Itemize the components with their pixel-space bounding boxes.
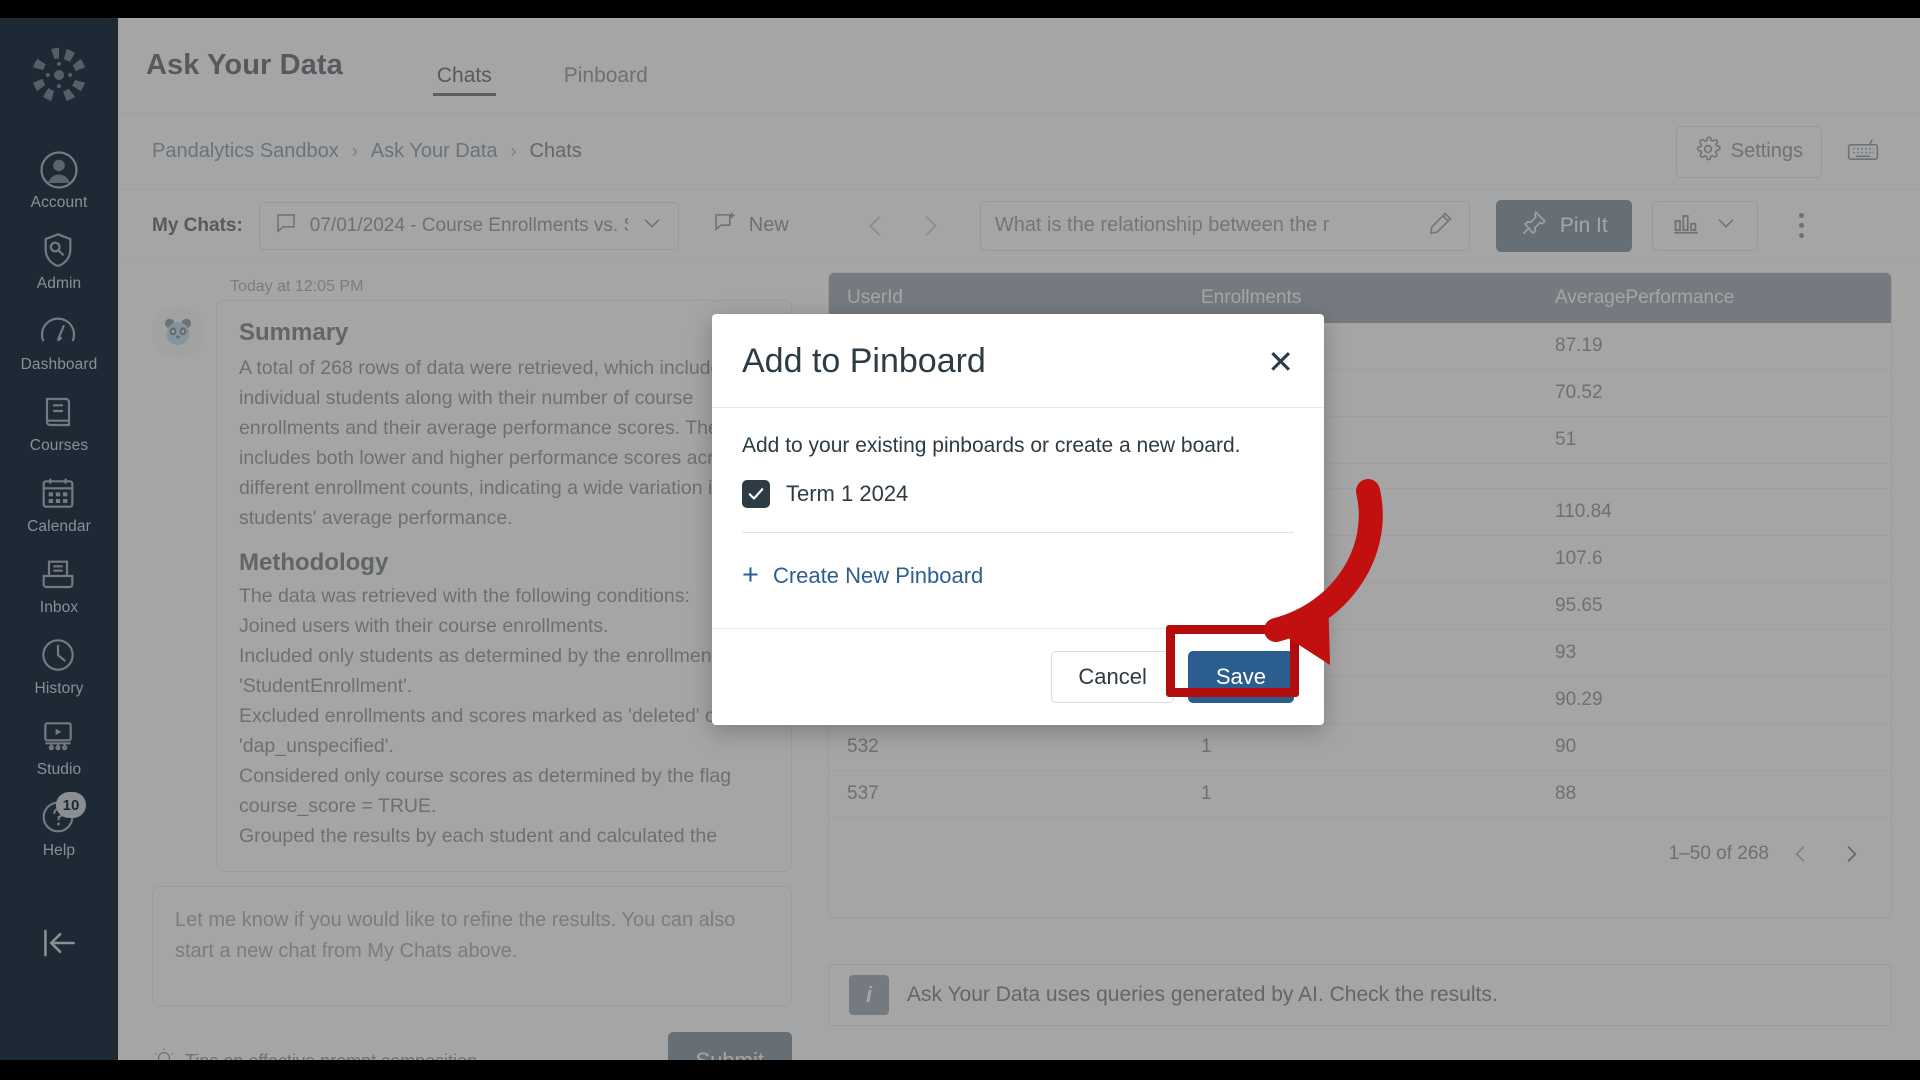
close-icon[interactable]: ✕	[1267, 346, 1294, 378]
pinboard-option-row[interactable]: Term 1 2024	[742, 480, 1294, 532]
dialog-title: Add to Pinboard	[742, 342, 986, 380]
save-button-wrapper: Save	[1165, 625, 1299, 703]
dialog-footer: Cancel Save	[712, 625, 1324, 725]
dialog-body: Add to your existing pinboards or create…	[712, 408, 1324, 628]
cancel-button[interactable]: Cancel	[1051, 651, 1174, 703]
dialog-header: Add to Pinboard ✕	[712, 314, 1324, 408]
application-window: Account Admin Dashboard Courses Calendar…	[0, 18, 1920, 1060]
create-new-pinboard-label: Create New Pinboard	[772, 562, 984, 588]
add-to-pinboard-dialog: Add to Pinboard ✕ Add to your existing p…	[712, 314, 1324, 725]
plus-icon: +	[742, 559, 759, 591]
pinboard-checkbox[interactable]	[742, 480, 770, 508]
dialog-description: Add to your existing pinboards or create…	[742, 434, 1241, 457]
screenshot-root: Account Admin Dashboard Courses Calendar…	[0, 0, 1920, 1080]
modal-overlay-sidebar[interactable]	[0, 18, 118, 1060]
save-button[interactable]: Save	[1187, 651, 1294, 703]
create-new-pinboard-button[interactable]: + Create New Pinboard	[742, 533, 1294, 622]
pinboard-option-label: Term 1 2024	[786, 481, 909, 506]
